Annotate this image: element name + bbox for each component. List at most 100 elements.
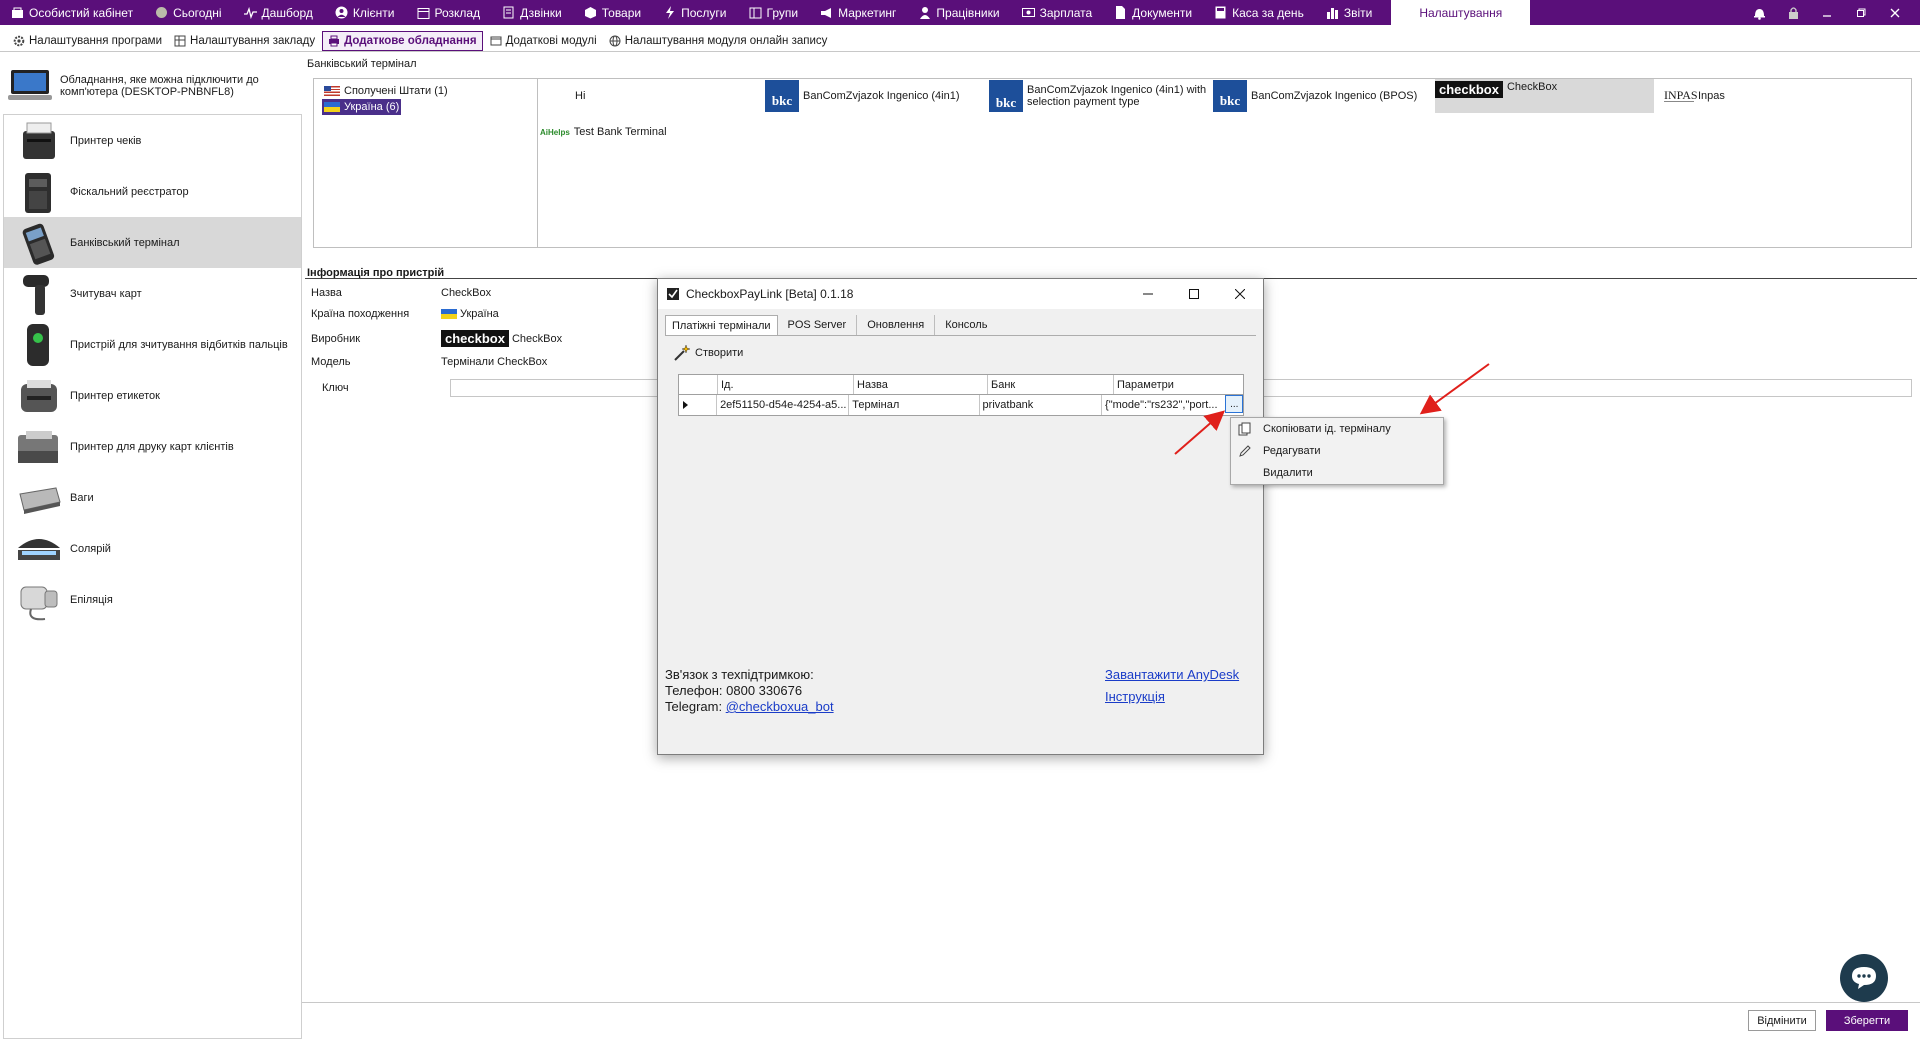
terminal-item-bancom-4in1-selection[interactable]: bkc BanComZvjazok Ingenico (4in1) with se…: [989, 80, 1206, 112]
nav-dashboard[interactable]: Дашборд: [233, 0, 324, 25]
dialog-maximize-icon[interactable]: [1171, 279, 1217, 309]
terminal-item-inpas[interactable]: INPAS Inpas: [1664, 80, 1725, 112]
bell-icon[interactable]: [1752, 6, 1766, 20]
today-icon: [155, 6, 168, 19]
bkc-logo-icon: bkc: [989, 80, 1023, 112]
device-bank-terminal[interactable]: Банківський термінал: [4, 217, 301, 268]
nav-settings[interactable]: Налаштування: [1391, 0, 1531, 25]
terminal-list: Hi bkc BanComZvjazok Ingenico (4in1) bkc…: [537, 78, 1912, 248]
cell-bank[interactable]: privatbank: [980, 395, 1103, 415]
terminal-item-hi[interactable]: Hi: [575, 80, 585, 112]
nav-salary[interactable]: Зарплата: [1011, 0, 1104, 25]
terminal-item-checkbox[interactable]: checkbox CheckBox: [1435, 79, 1654, 113]
create-button[interactable]: Створити: [673, 344, 743, 362]
lightning-icon: [663, 6, 676, 19]
cancel-button[interactable]: Відмінити: [1748, 1010, 1816, 1031]
terminal-item-bancom-bpos[interactable]: bkc BanComZvjazok Ingenico (BPOS): [1213, 80, 1417, 112]
tab-payment-terminals[interactable]: Платіжні термінали: [665, 315, 778, 335]
device-list: Принтер чеків Фіскальний реєстратор Банк…: [3, 114, 302, 1039]
pencil-icon: [1237, 443, 1253, 459]
minimize-icon[interactable]: [1820, 6, 1834, 20]
manual-link[interactable]: Інструкція: [1105, 689, 1239, 705]
anydesk-link[interactable]: Завантажити AnyDesk: [1105, 667, 1239, 683]
device-receipt-printer[interactable]: Принтер чеків: [4, 115, 301, 166]
country-item-ukraine[interactable]: Україна (6): [322, 99, 402, 115]
bkc-logo-icon: bkc: [1213, 80, 1247, 112]
top-navigation: Особистий кабінет Сьогодні Дашборд Клієн…: [0, 0, 1920, 25]
restore-icon[interactable]: [1854, 6, 1868, 20]
tab-online-booking-settings[interactable]: Налаштування модуля онлайн запису: [604, 31, 833, 51]
nav-personal-cabinet[interactable]: Особистий кабінет: [0, 0, 144, 25]
nav-marketing[interactable]: Маркетинг: [809, 0, 907, 25]
calculator-icon: [1214, 6, 1227, 19]
row-more-button[interactable]: ...: [1225, 395, 1243, 413]
support-label: Зв'язок з техпідтримкою:: [665, 667, 814, 682]
save-button[interactable]: Зберегти: [1826, 1010, 1908, 1031]
computer-icon: [8, 70, 52, 100]
telegram-link[interactable]: @checkboxua_bot: [726, 699, 834, 714]
device-solarium[interactable]: Солярій: [4, 523, 301, 574]
tab-program-settings[interactable]: Налаштування програми: [8, 31, 167, 51]
device-fingerprint-reader[interactable]: Пристрій для зчитування відбитків пальці…: [4, 319, 301, 370]
nav-goods[interactable]: Товари: [573, 0, 652, 25]
device-scales[interactable]: Ваги: [4, 472, 301, 523]
lock-icon[interactable]: [1786, 6, 1800, 20]
card-printer-icon: [16, 424, 62, 470]
dialog-minimize-icon[interactable]: [1125, 279, 1171, 309]
module-icon: [490, 35, 502, 47]
info-row-name: Назва CheckBox: [311, 287, 492, 299]
nav-today[interactable]: Сьогодні: [144, 0, 232, 25]
subnav-divider: [0, 51, 1920, 52]
cell-id[interactable]: 2ef51150-d54e-4254-a5...: [717, 395, 850, 415]
cell-name[interactable]: Термінал: [849, 395, 980, 415]
checkbox-logo-icon: checkbox: [441, 330, 509, 347]
dialog-tabs: Платіжні термінали POS Server Оновлення …: [665, 315, 997, 335]
info-row-country: Країна походження Україна: [311, 308, 499, 320]
inpas-logo-icon: INPAS: [1664, 88, 1698, 102]
menu-item-delete[interactable]: Видалити: [1231, 462, 1443, 484]
magic-wand-icon: [674, 344, 691, 361]
chat-support-button[interactable]: [1840, 954, 1888, 1002]
tab-additional-modules[interactable]: Додаткові модулі: [485, 31, 602, 51]
nav-services[interactable]: Послуги: [652, 0, 737, 25]
nav-clients[interactable]: Клієнти: [324, 0, 406, 25]
printer-icon: [328, 35, 340, 47]
terminal-item-bancom-4in1[interactable]: bkc BanComZvjazok Ingenico (4in1): [765, 80, 960, 112]
column-header-params[interactable]: Параметри: [1114, 375, 1242, 394]
nav-cash-day[interactable]: Каса за день: [1203, 0, 1315, 25]
column-header-id[interactable]: Ід.: [718, 375, 854, 394]
nav-reports[interactable]: Звіти: [1315, 0, 1384, 25]
device-epilation[interactable]: Епіляція: [4, 574, 301, 625]
nav-employees[interactable]: Працівники: [907, 0, 1010, 25]
device-fiscal-registrar[interactable]: Фіскальний реєстратор: [4, 166, 301, 217]
nav-documents[interactable]: Документи: [1103, 0, 1203, 25]
column-header-name[interactable]: Назва: [854, 375, 988, 394]
country-list: Сполучені Штати (1) Україна (6): [313, 78, 537, 248]
column-header-bank[interactable]: Банк: [988, 375, 1114, 394]
country-item-usa[interactable]: Сполучені Штати (1): [322, 83, 529, 99]
tab-additional-equipment[interactable]: Додаткове обладнання: [322, 31, 483, 51]
dialog-close-icon[interactable]: [1217, 279, 1263, 309]
device-client-card-printer[interactable]: Принтер для друку карт клієнтів: [4, 421, 301, 472]
connected-computer-text: Обладнання, яке можна підключити до комп…: [60, 74, 259, 98]
menu-item-edit[interactable]: Редагувати: [1231, 440, 1443, 462]
label-printer-icon: [16, 373, 62, 419]
menu-item-copy-terminal-id[interactable]: Скопіювати ід. терміналу: [1231, 418, 1443, 440]
close-icon[interactable]: [1888, 6, 1902, 20]
nav-calls[interactable]: Дзвінки: [491, 0, 573, 25]
nav-schedule[interactable]: Розклад: [406, 0, 492, 25]
terminal-item-test-bank[interactable]: AiHelps Test Bank Terminal: [540, 116, 667, 148]
dialog-titlebar: CheckboxPayLink [Beta] 0.1.18: [658, 279, 1263, 309]
nav-groups[interactable]: Групи: [738, 0, 810, 25]
device-label-printer[interactable]: Принтер етикеток: [4, 370, 301, 421]
tab-console[interactable]: Консоль: [935, 315, 997, 335]
table-row[interactable]: 2ef51150-d54e-4254-a5... Термінал privat…: [679, 395, 1243, 415]
cell-params[interactable]: {"mode":"rs232","port...: [1102, 395, 1226, 415]
tab-establishment-settings[interactable]: Налаштування закладу: [169, 31, 320, 51]
tab-updates[interactable]: Оновлення: [857, 315, 936, 335]
device-card-reader[interactable]: Зчитувач карт: [4, 268, 301, 319]
phone-icon: [502, 6, 515, 19]
dialog-title: CheckboxPayLink [Beta] 0.1.18: [686, 287, 854, 301]
row-pointer-icon: [683, 401, 688, 409]
tab-pos-server[interactable]: POS Server: [778, 315, 858, 335]
